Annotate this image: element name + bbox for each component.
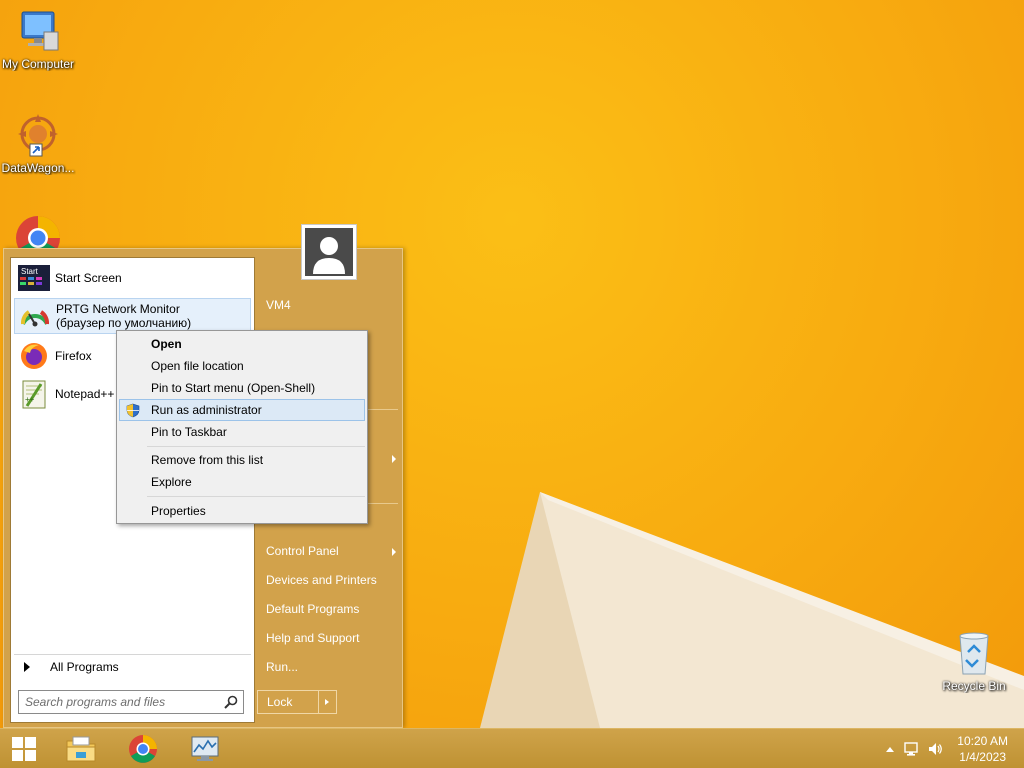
lock-button[interactable]: Lock [258, 691, 318, 713]
ctx-pin-to-taskbar[interactable]: Pin to Taskbar [119, 421, 365, 443]
triangle-right-icon [24, 661, 30, 672]
program-label: Firefox [55, 349, 92, 363]
program-label-line1: PRTG Network Monitor [56, 302, 180, 316]
chevron-right-icon [392, 548, 396, 556]
program-label-line2: (браузер по умолчанию) [56, 316, 192, 330]
lock-button-group: Lock [257, 690, 337, 714]
desktop-icon-label: Recycle Bin [942, 679, 1006, 693]
program-prtg[interactable]: PRTG Network Monitor (браузер по умолчан… [14, 298, 251, 334]
user-name-label: VM4 [266, 298, 291, 312]
program-label: PRTG Network Monitor (браузер по умолчан… [56, 302, 191, 330]
speaker-icon [929, 743, 943, 755]
right-item-label: Devices and Printers [266, 573, 377, 587]
program-start-screen[interactable]: Start Start Screen [14, 260, 251, 296]
desktop-icon-datawagon[interactable]: DataWagon... [0, 112, 76, 175]
ctx-item-label: Run as administrator [151, 403, 262, 417]
volume-tray-icon[interactable] [927, 741, 943, 757]
computer-icon [21, 11, 59, 51]
user-icon [313, 237, 345, 274]
right-item-default-programs[interactable]: Default Programs [266, 596, 396, 622]
search-input[interactable] [25, 695, 215, 709]
context-menu: Open Open file location Pin to Start men… [116, 330, 368, 524]
monitor-chart-icon [191, 736, 219, 761]
divider [147, 446, 365, 447]
uac-shield-icon [126, 403, 140, 418]
right-item-run[interactable]: Run... [266, 654, 396, 680]
user-avatar[interactable] [301, 224, 357, 280]
clock-date: 1/4/2023 [959, 750, 1006, 764]
taskbar-file-explorer[interactable] [58, 729, 104, 768]
all-programs-label: All Programs [50, 659, 119, 674]
ctx-pin-to-start-menu[interactable]: Pin to Start menu (Open-Shell) [119, 377, 365, 399]
taskbar: 10:20 AM 1/4/2023 [0, 728, 1024, 768]
right-item-label: Default Programs [266, 602, 360, 616]
windows-logo-icon [12, 737, 36, 761]
ctx-remove-from-list[interactable]: Remove from this list [119, 449, 365, 471]
search-box[interactable] [18, 690, 244, 714]
ctx-open-file-location[interactable]: Open file location [119, 355, 365, 377]
desktop-icon-label: DataWagon... [1, 161, 75, 175]
program-label: Notepad++ [55, 387, 115, 401]
program-label: Start Screen [55, 271, 122, 285]
right-item-help-support[interactable]: Help and Support [266, 625, 396, 651]
svg-text:++: ++ [25, 395, 35, 404]
right-item-label: Run... [266, 660, 299, 674]
ctx-explore[interactable]: Explore [119, 471, 365, 493]
firefox-icon [21, 343, 47, 369]
desktop-icon-recycle-bin[interactable]: Recycle Bin [936, 630, 1012, 693]
network-tray-icon[interactable] [903, 741, 919, 757]
right-item-devices-printers[interactable]: Devices and Printers [266, 567, 396, 593]
divider [147, 496, 365, 497]
user-name-link[interactable]: VM4 [266, 292, 396, 318]
all-programs-button[interactable]: All Programs [14, 654, 251, 678]
ctx-open[interactable]: Open [119, 333, 365, 355]
start-button[interactable] [0, 729, 48, 768]
clock-time: 10:20 AM [957, 734, 1008, 748]
right-item-label: Control Panel [266, 544, 339, 558]
search-icon[interactable] [224, 695, 238, 709]
ctx-run-as-administrator[interactable]: Run as administrator [119, 399, 365, 421]
desktop-icon-my-computer[interactable]: My Computer [0, 10, 76, 71]
show-hidden-icons-button[interactable] [885, 745, 895, 753]
taskbar-chrome[interactable] [120, 729, 166, 768]
folder-icon [66, 736, 96, 762]
svg-text:Start: Start [21, 267, 39, 276]
datawagon-icon [18, 114, 58, 157]
ctx-properties[interactable]: Properties [119, 500, 365, 522]
shutdown-options-button[interactable] [318, 691, 336, 713]
chevron-up-icon [886, 747, 895, 752]
clock[interactable]: 10:20 AM 1/4/2023 [957, 733, 1008, 765]
system-tray: 10:20 AM 1/4/2023 [885, 729, 1024, 768]
right-item-label: Help and Support [266, 631, 360, 645]
chevron-right-icon [392, 455, 396, 463]
right-item-control-panel[interactable]: Control Panel [266, 538, 396, 564]
notepadpp-icon: ++ [22, 380, 46, 409]
taskbar-resource-monitor[interactable] [182, 729, 228, 768]
start-screen-icon: Start [18, 265, 50, 291]
prtg-icon [20, 310, 50, 327]
recycle-bin-icon [959, 632, 989, 675]
desktop-icon-label: My Computer [1, 57, 75, 71]
network-icon [904, 742, 918, 756]
chrome-icon [129, 735, 157, 763]
